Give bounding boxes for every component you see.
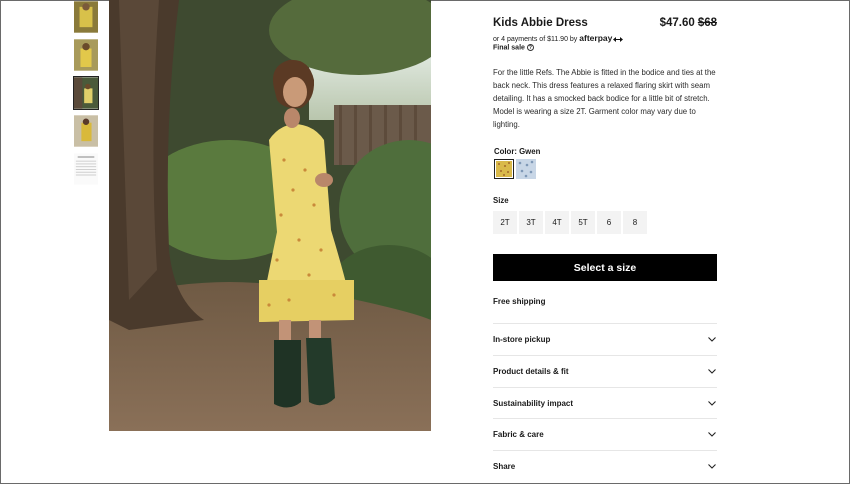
product-title: Kids Abbie Dress <box>493 17 588 29</box>
chevron-down-icon <box>707 462 717 472</box>
thumbnail-strip <box>73 0 101 190</box>
accordion-sustainability[interactable]: Sustainability impact <box>493 387 717 419</box>
product-description: For the little Refs. The Abbie is fitted… <box>493 68 716 130</box>
size-option-5t[interactable]: 5T <box>571 211 595 234</box>
original-price: $68 <box>697 17 717 29</box>
price-group: $47.60 $68 <box>660 17 717 29</box>
color-label: Color: Gwen <box>494 147 541 156</box>
size-option-8[interactable]: 8 <box>623 211 647 234</box>
color-swatch-blue[interactable] <box>516 159 536 179</box>
installments-text: or 4 payments of $11.90 by <box>493 36 578 43</box>
afterpay-arrows-icon <box>613 36 624 42</box>
size-label: Size <box>493 196 509 205</box>
info-icon[interactable]: ? <box>526 44 534 51</box>
accordion-label: Product details & fit <box>493 367 569 376</box>
size-option-3t[interactable]: 3T <box>519 211 543 234</box>
chevron-down-icon <box>707 335 717 345</box>
thumbnail-5-size-chart[interactable] <box>73 152 99 186</box>
installments-line: or 4 payments of $11.90 by afterpay <box>493 33 624 43</box>
accordion-label: Share <box>493 462 516 471</box>
accordion-label: Fabric & care <box>493 430 544 439</box>
title-row: Kids Abbie Dress $47.60 $68 <box>493 17 717 29</box>
product-main-image[interactable] <box>109 0 431 431</box>
sale-price: $47.60 <box>659 17 695 29</box>
accordion-fabric-care[interactable]: Fabric & care <box>493 418 717 450</box>
accordion-label: In-store pickup <box>493 335 551 344</box>
size-option-6[interactable]: 6 <box>597 211 621 234</box>
size-option-2t[interactable]: 2T <box>493 211 517 234</box>
afterpay-logo[interactable]: afterpay <box>579 33 612 43</box>
final-sale-text: Final sale <box>493 44 525 52</box>
select-size-button[interactable]: Select a size <box>493 254 717 281</box>
size-option-4t[interactable]: 4T <box>545 211 569 234</box>
chevron-down-icon <box>707 367 717 377</box>
chevron-down-icon <box>707 430 717 440</box>
thumbnail-1[interactable] <box>73 0 99 34</box>
size-options: 2T 3T 4T 5T 6 8 <box>493 211 647 234</box>
accordion-share[interactable]: Share <box>493 450 717 482</box>
chevron-down-icon <box>707 399 717 409</box>
thumbnail-3[interactable] <box>73 76 99 110</box>
color-swatch-gwen[interactable] <box>494 159 514 179</box>
accordion-product-details[interactable]: Product details & fit <box>493 355 717 387</box>
thumbnail-4[interactable] <box>73 114 99 148</box>
thumbnail-2[interactable] <box>73 38 99 72</box>
free-shipping-text: Free shipping <box>493 297 546 306</box>
final-sale-note: Final sale? <box>493 44 534 51</box>
accordion-in-store-pickup[interactable]: In-store pickup <box>493 323 717 355</box>
accordion-label: Sustainability impact <box>493 399 574 408</box>
